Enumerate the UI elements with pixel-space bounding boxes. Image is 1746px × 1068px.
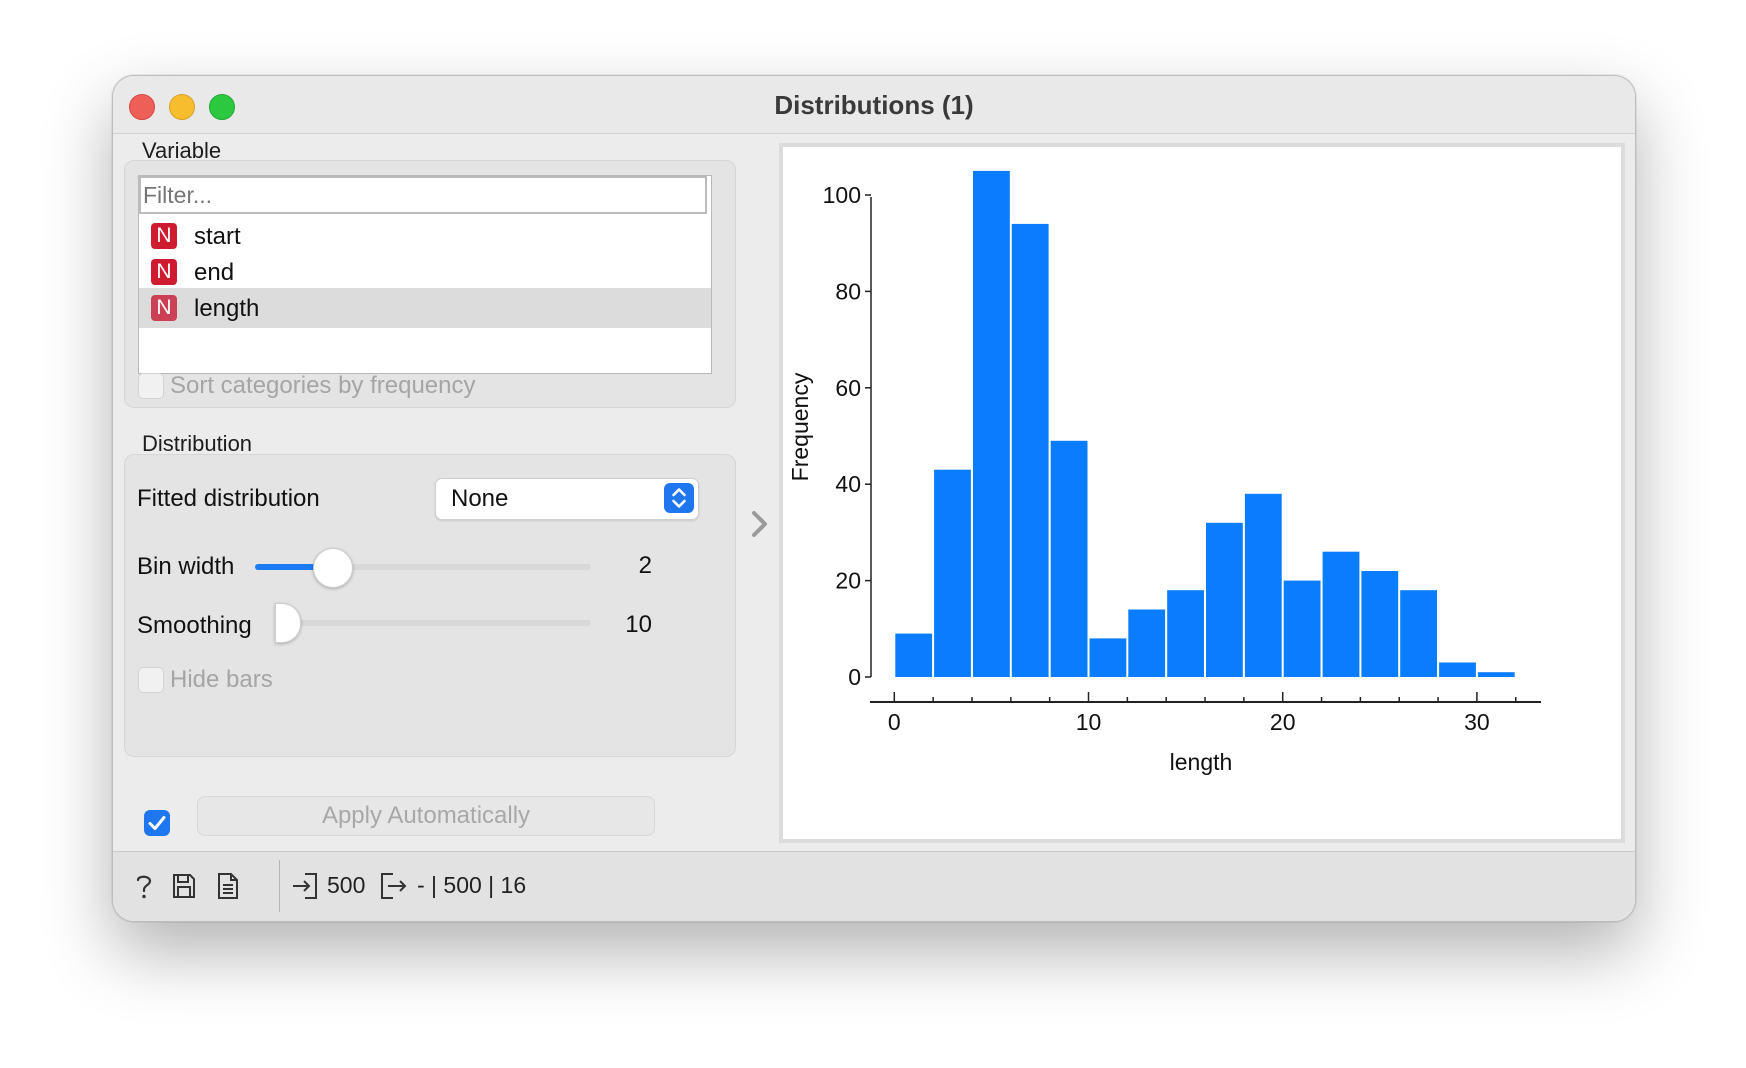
list-item-label: start [194,223,241,250]
histogram-bar[interactable] [973,170,1010,677]
output-summary: - | 500 | 16 [417,872,527,898]
x-tick-label: 0 [888,709,901,735]
numeric-variable-icon: N [151,259,177,285]
x-axis-label: length [1170,749,1233,775]
bin-width-slider-handle[interactable] [313,548,354,588]
y-tick-label: 80 [835,278,861,304]
help-icon[interactable] [132,872,156,905]
y-tick-label: 40 [835,471,861,497]
list-item-start[interactable]: N start [139,216,711,256]
numeric-variable-icon: N [151,295,177,321]
checkmark-icon [148,816,166,830]
smoothing-label: Smoothing [137,612,252,639]
list-item-label: end [194,259,235,286]
histogram-bar[interactable] [1167,590,1204,677]
histogram-bar[interactable] [1283,580,1321,677]
fitted-distribution-value: None [451,485,509,512]
histogram-bar[interactable] [895,633,933,677]
title-bar: Distributions (1) [113,76,1635,134]
stepper-icon [664,483,694,513]
distributions-window: Distributions (1) Variable N start N end… [112,75,1636,922]
histogram-bar[interactable] [1361,571,1399,677]
y-tick-label: 100 [823,182,861,208]
fitted-distribution-label: Fitted distribution [137,485,320,512]
histogram-bar[interactable] [1089,638,1127,677]
y-axis-label: Frequency [787,372,813,481]
y-tick-label: 60 [835,375,861,401]
report-icon[interactable] [216,872,240,905]
plot-area[interactable]: 0 20 40 60 80 100 0 10 20 30 Frequency length [779,143,1625,843]
status-bar-separator [279,860,280,912]
apply-automatically-checkbox[interactable] [144,810,170,836]
numeric-variable-icon: N [151,223,177,249]
histogram-bar[interactable] [1477,672,1515,677]
bin-width-label: Bin width [137,553,235,580]
y-tick-label: 0 [848,664,861,690]
input-icon [291,872,319,905]
x-tick-label: 20 [1270,709,1296,735]
input-count: 500 [327,872,366,898]
y-tick-label: 20 [835,568,861,594]
list-item-label: length [194,295,260,322]
sort-categories-label: Sort categories by frequency [170,372,476,399]
bin-width-value: 2 [638,552,652,579]
histogram-bar[interactable] [1439,662,1476,678]
x-tick-label: 30 [1464,709,1490,735]
smoothing-slider-track[interactable] [275,620,591,626]
status-bar: 500 - | 500 | 16 [113,851,1635,921]
list-item-length[interactable]: N length [139,288,711,328]
apply-automatically-button[interactable]: Apply Automatically [197,796,655,836]
save-icon[interactable] [171,872,197,905]
filter-input[interactable] [139,176,707,214]
distribution-group: Fitted distribution None Bin width 2 Smo… [124,454,736,757]
sort-categories-checkbox[interactable] [138,373,164,399]
histogram-bar[interactable] [1050,440,1088,677]
hide-bars-checkbox[interactable] [138,667,164,693]
histogram-bar[interactable] [1206,522,1243,677]
variable-group: N start N end N length Sort categories b… [124,160,736,408]
histogram-bar[interactable] [1322,551,1360,677]
chevron-right-icon[interactable] [749,508,771,545]
fitted-distribution-select[interactable]: None [435,478,699,520]
variable-list[interactable]: N start N end N length [138,175,712,374]
histogram-bar[interactable] [934,469,971,677]
x-tick-label: 10 [1076,709,1102,735]
window-title: Distributions (1) [774,90,974,120]
hide-bars-label: Hide bars [170,666,273,693]
histogram-chart: 0 20 40 60 80 100 0 10 20 30 Frequency length [787,170,1541,775]
output-icon [379,872,409,905]
histogram-bar[interactable] [1244,493,1282,677]
histogram-bar[interactable] [1400,590,1437,677]
smoothing-slider-handle[interactable] [275,603,301,643]
histogram-bar[interactable] [1128,609,1166,678]
list-item-end[interactable]: N end [139,252,711,292]
histogram-bar[interactable] [1011,223,1049,677]
smoothing-value: 10 [625,611,652,638]
